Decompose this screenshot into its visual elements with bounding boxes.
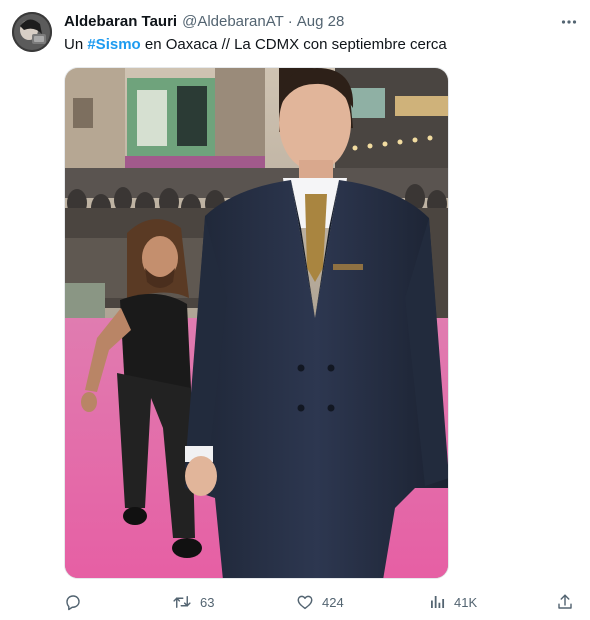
reply-button[interactable]	[64, 591, 90, 613]
tweet-date[interactable]: Aug 28	[297, 13, 345, 31]
views-count: 41K	[454, 594, 478, 610]
tweet-photo[interactable]	[64, 67, 449, 579]
author-handle[interactable]: @AldebaranAT	[182, 13, 284, 31]
tweet-text-after: en Oaxaca // La CDMX con septiembre cerc…	[140, 36, 447, 53]
views-icon	[431, 596, 445, 608]
hashtag-link[interactable]: #Sismo	[87, 36, 140, 53]
retweet-button[interactable]: 63	[172, 591, 214, 613]
tweet-actions: 63 424 41K	[64, 591, 578, 613]
tweet-text-before: Un	[64, 36, 88, 53]
photo-red-carpet	[65, 68, 448, 578]
header-separator: ·	[287, 13, 293, 30]
tweet-text: Un #Sismo en Oaxaca // La CDMX con septi…	[64, 35, 447, 55]
avatar[interactable]	[12, 12, 52, 52]
like-count: 424	[322, 594, 344, 610]
tweet[interactable]: Aldebaran Tauri @AldebaranAT · Aug 28 Un…	[0, 0, 590, 620]
like-button[interactable]: 424	[296, 591, 344, 613]
more-options-button[interactable]	[556, 12, 582, 32]
heart-icon	[297, 595, 313, 610]
retweet-icon	[173, 596, 191, 608]
tweet-header: Aldebaran Tauri @AldebaranAT · Aug 28	[64, 13, 344, 31]
share-button[interactable]	[556, 591, 574, 613]
reply-icon	[66, 595, 80, 611]
views-button[interactable]: 41K	[428, 591, 477, 613]
author-display-name[interactable]: Aldebaran Tauri	[64, 13, 177, 31]
retweet-count: 63	[200, 594, 215, 610]
more-horizontal-icon	[561, 20, 577, 24]
avatar-image	[12, 12, 52, 52]
share-icon	[558, 594, 572, 609]
